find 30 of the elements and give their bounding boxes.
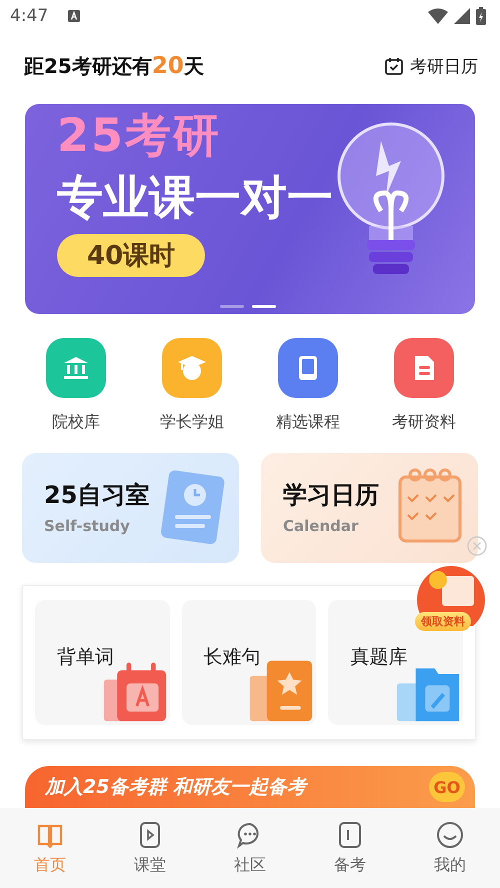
shortcut-item[interactable]: 精选课程: [258, 338, 358, 433]
carousel-indicator[interactable]: [220, 305, 244, 308]
close-icon[interactable]: [467, 536, 487, 556]
carousel-indicator[interactable]: [252, 305, 276, 308]
wifi-icon: [428, 8, 448, 24]
exam-calendar-link[interactable]: 考研日历: [384, 54, 478, 78]
shortcut-item[interactable]: 院校库: [26, 338, 126, 433]
promo-banner[interactable]: 25考研 专业课一对一 40课时: [25, 104, 475, 314]
practice-card[interactable]: 背单词: [35, 600, 170, 725]
practice-card[interactable]: 长难句: [182, 600, 316, 725]
banner-pill: 40课时: [57, 234, 206, 278]
smiley-icon: [436, 820, 464, 848]
battery-icon: [476, 7, 486, 25]
banner-subheadline: 专业课一对一: [57, 168, 333, 226]
banner-headline: 25考研: [57, 110, 222, 161]
feature-card[interactable]: 学习日历 Calendar: [261, 453, 478, 563]
calendar-icon: [384, 56, 404, 76]
tab-item[interactable]: 课堂: [115, 820, 185, 876]
tab-item[interactable]: 我的: [415, 820, 485, 876]
notification-icon: [68, 10, 80, 22]
shortcut-item[interactable]: 学长学姐: [142, 338, 242, 433]
card-icon: [336, 820, 364, 848]
exam-countdown: 距25考研还有20天: [24, 52, 204, 80]
tab-item[interactable]: 社区: [215, 820, 285, 876]
promo-text: 加入25备考群 和研友一起备考: [45, 775, 306, 800]
shortcut-item[interactable]: 考研资料: [374, 338, 474, 433]
signal-icon: [454, 8, 470, 24]
status-time: 4:47: [10, 6, 48, 26]
tab-item[interactable]: 备考: [315, 820, 385, 876]
feature-card[interactable]: 25自习室 Self-study: [22, 453, 239, 563]
